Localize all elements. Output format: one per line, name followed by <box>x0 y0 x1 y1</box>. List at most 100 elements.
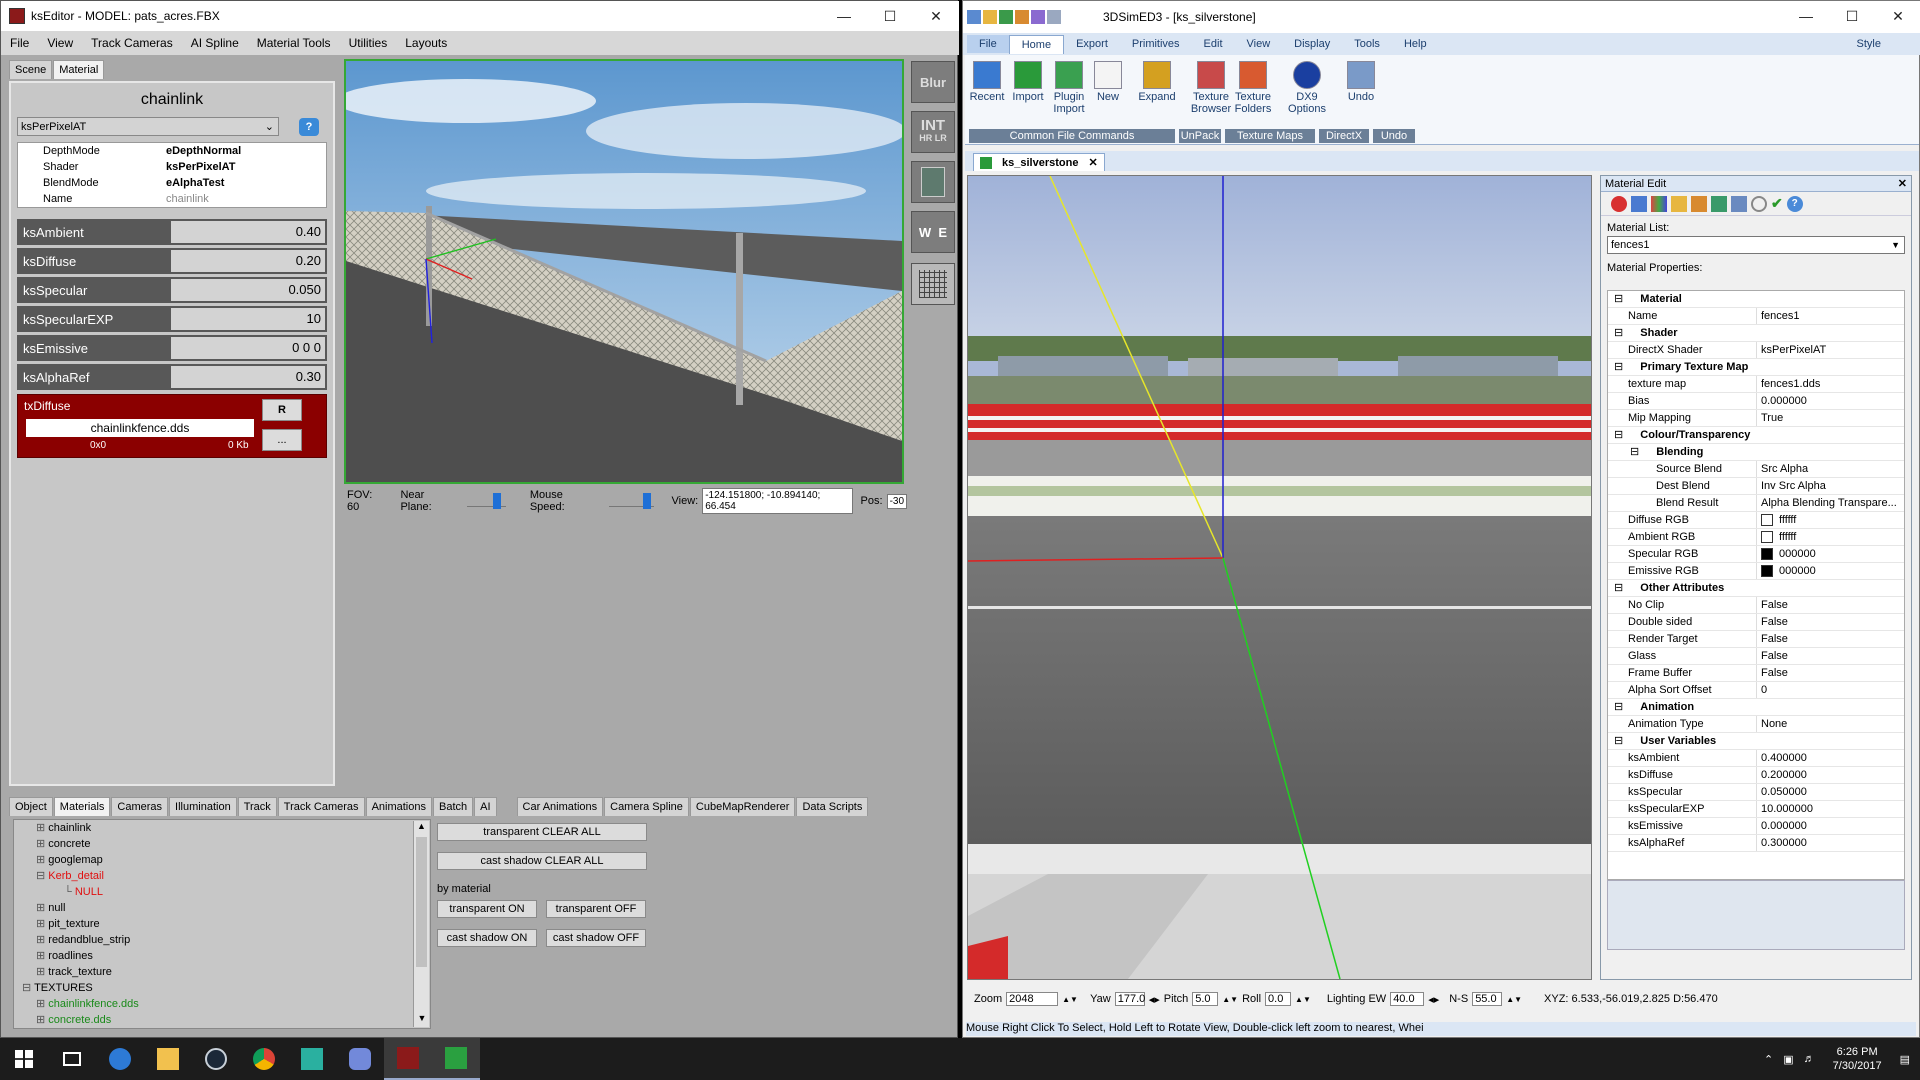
tab-data-scripts[interactable]: Data Scripts <box>796 797 869 816</box>
file-explorer-icon[interactable] <box>144 1038 192 1080</box>
ribbon-button-undo[interactable]: Undo <box>1343 61 1379 131</box>
network-icon[interactable]: ▣ <box>1783 1053 1793 1066</box>
property-category[interactable]: ⊟ Animation <box>1608 699 1904 716</box>
ribbon-tab-help[interactable]: Help <box>1392 35 1439 53</box>
check-icon[interactable]: ✔ <box>1771 195 1783 212</box>
property-row[interactable]: ksSpecularEXP 10.000000 <box>1608 801 1904 818</box>
property-value[interactable]: True <box>1757 410 1904 426</box>
property-row[interactable]: Diffuse RGB ffffff <box>1608 512 1904 529</box>
close-icon[interactable]: ✕ <box>1898 177 1907 190</box>
doc-tab-ks-silverstone[interactable]: ks_silverstone ✕ <box>973 153 1105 171</box>
cast-shadow-off-button[interactable]: cast shadow OFF <box>546 929 646 947</box>
qa-icon[interactable] <box>983 10 997 24</box>
var-input[interactable]: 0.40 <box>171 221 325 243</box>
close-icon[interactable]: ✕ <box>1875 1 1920 31</box>
close-tab-icon[interactable]: ✕ <box>1088 156 1097 169</box>
task-view-icon[interactable] <box>48 1038 96 1080</box>
chrome-icon[interactable] <box>240 1038 288 1080</box>
int-hr-lr-icon[interactable]: INT HR LR <box>911 111 955 153</box>
ribbon-button-import[interactable]: Import <box>1011 61 1045 131</box>
collapse-icon[interactable]: ⊟ <box>1614 327 1626 339</box>
tree-item[interactable]: ⊞ chainlink <box>14 820 430 836</box>
property-value[interactable]: ffffff <box>1757 512 1904 528</box>
tab-batch[interactable]: Batch <box>432 797 474 816</box>
steam-icon[interactable] <box>192 1038 240 1080</box>
texture-view-icon[interactable] <box>911 161 955 203</box>
property-category[interactable]: ⊟ Blending <box>1608 444 1904 461</box>
pos-field[interactable]: -30 <box>886 493 908 509</box>
expand-icon[interactable]: ⊞ <box>36 902 48 914</box>
texture-browse-button[interactable]: ... <box>262 429 302 451</box>
transparent-off-button[interactable]: transparent OFF <box>546 900 646 918</box>
lighting-ew-input[interactable]: 40.0 <box>1390 992 1425 1006</box>
property-value[interactable]: False <box>1757 614 1904 630</box>
tree-item[interactable]: ⊞ track_texture <box>14 964 430 980</box>
color-swatch[interactable] <box>1761 514 1773 527</box>
lighting-we-icon[interactable]: W E <box>911 211 955 253</box>
tree-scrollbar[interactable]: ▲ ▼ <box>413 821 429 1027</box>
property-row[interactable]: Ambient RGB ffffff <box>1608 529 1904 546</box>
property-value[interactable]: 0.300000 <box>1757 835 1904 851</box>
qa-icon[interactable] <box>999 10 1013 24</box>
property-value[interactable]: fences1 <box>1757 308 1904 324</box>
ribbon-tab-edit[interactable]: Edit <box>1192 35 1235 53</box>
tree-item[interactable]: ⊟ TEXTURES <box>14 980 430 996</box>
color-swatch[interactable] <box>1761 548 1773 561</box>
property-row[interactable]: Blend Result Alpha Blending Transpare... <box>1608 495 1904 512</box>
var-input[interactable]: 10 <box>171 308 325 330</box>
tab-illumination[interactable]: Illumination <box>169 797 237 816</box>
tab-animations[interactable]: Animations <box>365 797 432 816</box>
3dsimed-task-icon[interactable] <box>432 1038 480 1080</box>
notifications-icon[interactable]: ▤ <box>1900 1053 1910 1066</box>
ribbon-button-texture-browser[interactable]: Texture Browser <box>1191 61 1231 131</box>
property-value[interactable]: Alpha Blending Transpare... <box>1757 495 1904 511</box>
app-icon[interactable] <box>288 1038 336 1080</box>
mouse-speed-slider[interactable] <box>608 493 654 509</box>
ribbon-tab-home[interactable]: Home <box>1008 34 1065 54</box>
help-icon[interactable]: ? <box>1786 195 1803 212</box>
3dsimed-viewport[interactable] <box>967 175 1592 980</box>
3dsimed-titlebar[interactable]: 3DSimED3 - [ks_silverstone] — ☐ ✕ <box>963 1 1920 33</box>
property-value[interactable]: 0.400000 <box>1757 750 1904 766</box>
property-row[interactable]: ksDiffuse 0.200000 <box>1608 767 1904 784</box>
qa-icon[interactable] <box>1047 10 1061 24</box>
property-row[interactable]: Bias 0.000000 <box>1608 393 1904 410</box>
zoom-spinner-icon[interactable]: ▲▼ <box>1062 995 1078 1004</box>
view-field[interactable]: -124.151800; -10.894140; 66.454 <box>702 488 853 514</box>
property-row[interactable]: Glass False <box>1608 648 1904 665</box>
property-value[interactable]: False <box>1757 665 1904 681</box>
transparent-on-button[interactable]: transparent ON <box>437 900 537 918</box>
zoom-input[interactable]: 2048 <box>1006 992 1059 1006</box>
collapse-icon[interactable]: ⊟ <box>1614 582 1626 594</box>
property-category[interactable]: ⊟ Primary Texture Map <box>1608 359 1904 376</box>
collapse-icon[interactable]: ⊟ <box>1614 293 1626 305</box>
palette-icon[interactable] <box>1651 195 1667 212</box>
qa-icon[interactable] <box>1031 10 1045 24</box>
qa-icon[interactable] <box>1015 10 1029 24</box>
color-swatch[interactable] <box>1761 565 1773 578</box>
property-value[interactable]: 0.000000 <box>1757 818 1904 834</box>
kseditor-task-icon[interactable] <box>384 1038 432 1080</box>
tab-scene[interactable]: Scene <box>9 60 53 79</box>
chevron-up-icon[interactable]: ⌃ <box>1764 1053 1773 1066</box>
ns-input[interactable]: 55.0 <box>1472 992 1503 1006</box>
property-row[interactable]: Alpha Sort Offset 0 <box>1608 682 1904 699</box>
property-category[interactable]: ⊟ Other Attributes <box>1608 580 1904 597</box>
texture-icon[interactable] <box>1711 195 1727 212</box>
maximize-icon[interactable]: ☐ <box>1829 1 1875 31</box>
property-row[interactable]: Frame Buffer False <box>1608 665 1904 682</box>
expand-icon[interactable]: ⊞ <box>36 998 48 1010</box>
pitch-input[interactable]: 5.0 <box>1192 992 1219 1006</box>
tree-item[interactable]: ⊞ roadlines <box>14 948 430 964</box>
cast-shadow-on-button[interactable]: cast shadow ON <box>437 929 537 947</box>
ribbon-tab-export[interactable]: Export <box>1064 35 1120 53</box>
menu-utilities[interactable]: Utilities <box>340 36 397 50</box>
tab-cameras[interactable]: Cameras <box>111 797 169 816</box>
ribbon-tab-view[interactable]: View <box>1235 35 1283 53</box>
menu-view[interactable]: View <box>38 36 82 50</box>
edge-icon[interactable] <box>96 1038 144 1080</box>
property-value[interactable]: 0 <box>1757 682 1904 698</box>
ribbon-button-plugin-import[interactable]: Plugin Import <box>1051 61 1087 131</box>
color-swatch[interactable] <box>1761 531 1773 544</box>
tab-object[interactable]: Object <box>9 797 53 816</box>
